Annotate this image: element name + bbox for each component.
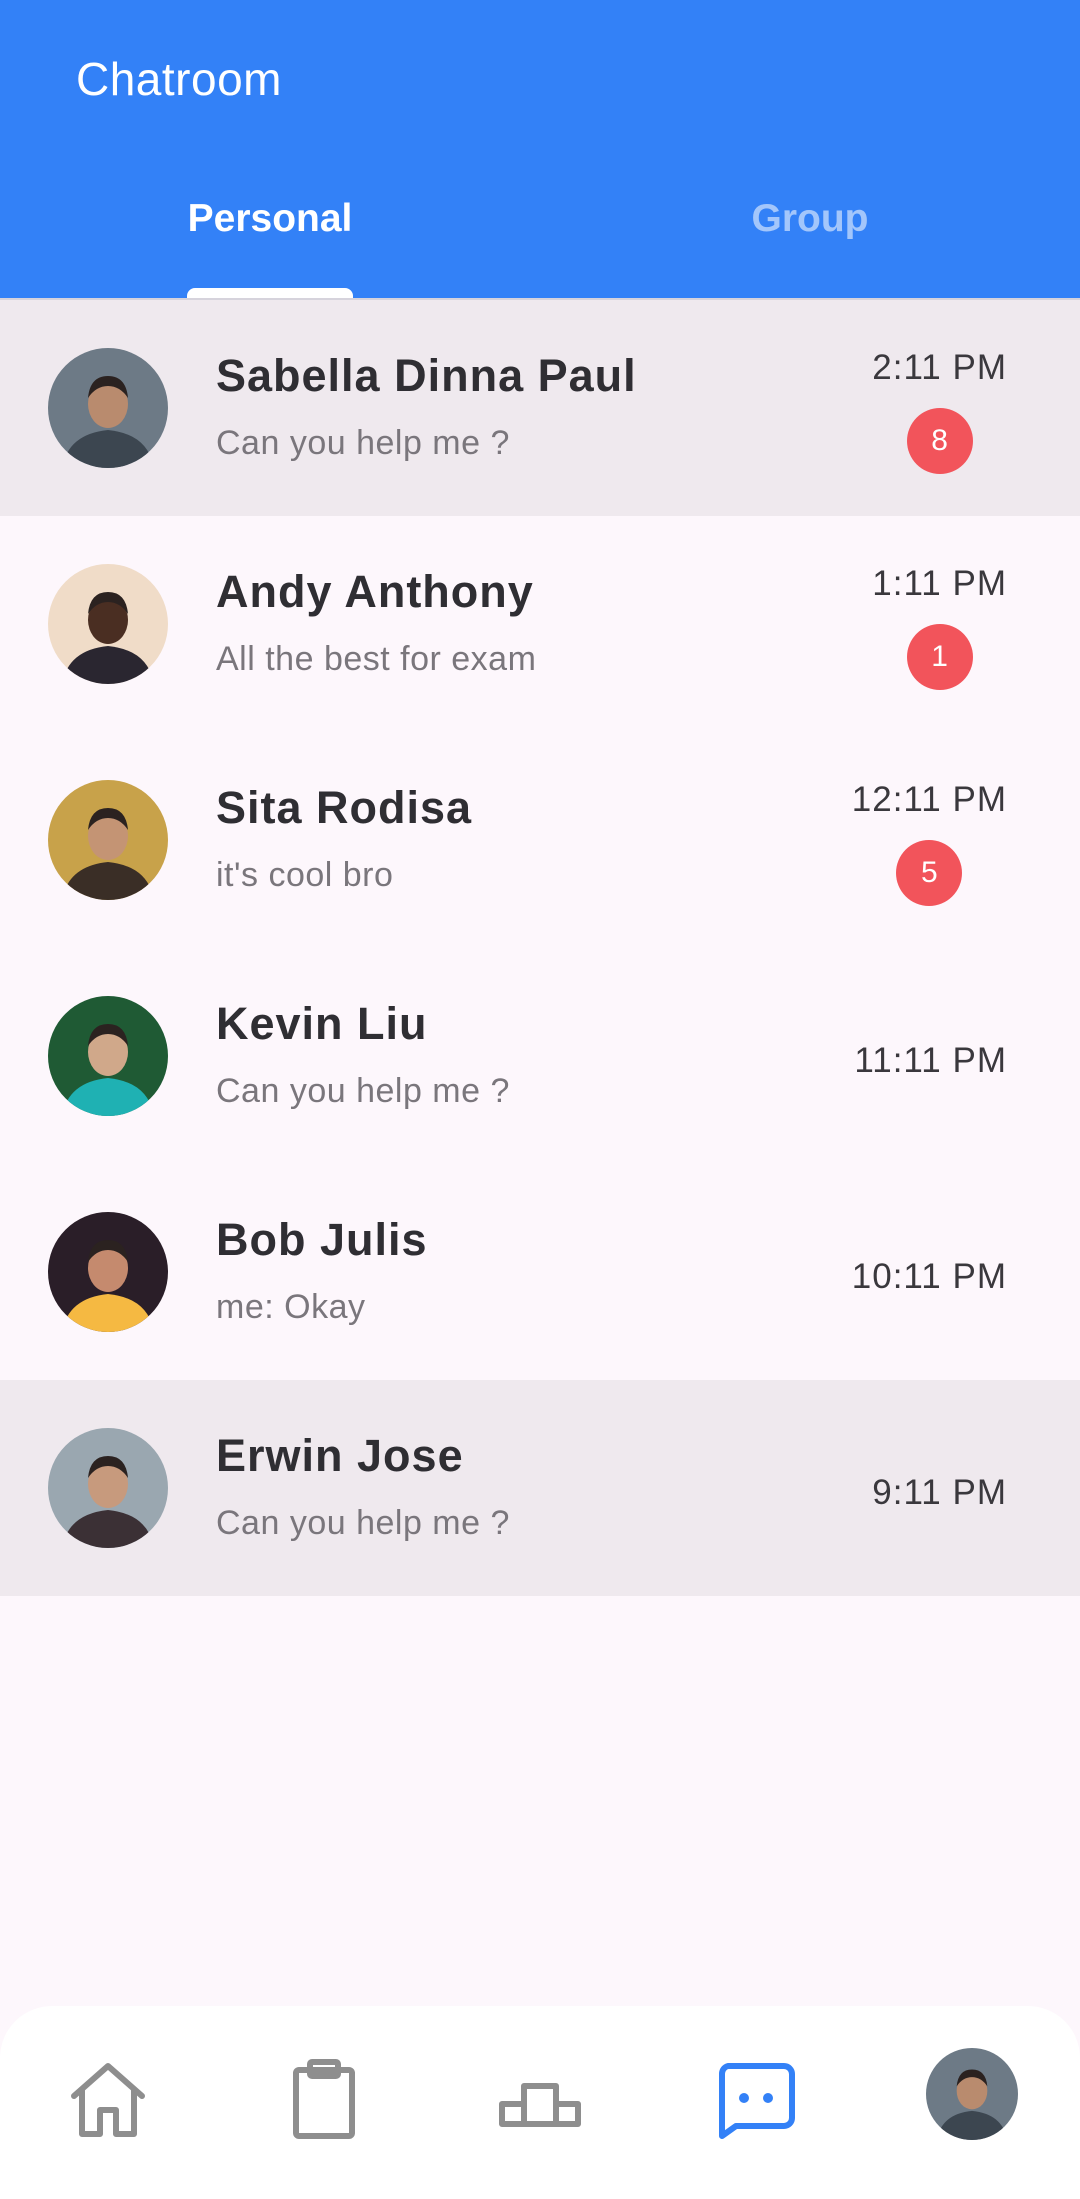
unread-badge: 1	[906, 624, 973, 690]
app-bar: Chatroom Personal Group	[0, 0, 1080, 298]
message-time: 12:11 PM	[851, 780, 1007, 819]
bottom-nav	[0, 2006, 1080, 2199]
last-message: it's cool bro	[216, 856, 394, 894]
avatar	[48, 564, 168, 684]
chat-row[interactable]: Andy Anthony All the best for exam 1:11 …	[0, 516, 1080, 732]
avatar	[48, 996, 168, 1116]
message-time: 11:11 PM	[854, 1041, 1007, 1080]
chat-list: Sabella Dinna Paul Can you help me ? 2:1…	[0, 300, 1080, 1596]
chat-row[interactable]: Kevin Liu Can you help me ? 11:11 PM	[0, 948, 1080, 1164]
message-time: 9:11 PM	[872, 1473, 1007, 1512]
chat-row[interactable]: Sabella Dinna Paul Can you help me ? 2:1…	[0, 300, 1080, 516]
contact-name: Andy Anthony	[216, 566, 534, 617]
active-tab-indicator	[187, 288, 353, 298]
tab-personal[interactable]: Personal	[0, 196, 540, 242]
contact-name: Sita Rodisa	[216, 782, 473, 833]
tab-group[interactable]: Group	[540, 196, 1080, 242]
home-icon[interactable]	[60, 2052, 156, 2148]
avatar	[48, 780, 168, 900]
contact-name: Kevin Liu	[216, 998, 428, 1049]
last-message: me: Okay	[216, 1288, 366, 1326]
profile-avatar[interactable]	[926, 2048, 1018, 2140]
page-title: Chatroom	[76, 53, 282, 105]
contact-name: Sabella Dinna Paul	[216, 350, 637, 401]
contact-name: Erwin Jose	[216, 1430, 464, 1481]
contact-name: Bob Julis	[216, 1214, 428, 1265]
chat-row[interactable]: Sita Rodisa it's cool bro 12:11 PM 5	[0, 732, 1080, 948]
last-message: Can you help me ?	[216, 1072, 510, 1110]
last-message: All the best for exam	[216, 640, 537, 678]
avatar	[48, 348, 168, 468]
chat-icon[interactable]	[708, 2052, 804, 2148]
unread-badge: 8	[906, 408, 973, 474]
chat-row[interactable]: Erwin Jose Can you help me ? 9:11 PM	[0, 1380, 1080, 1596]
podium-icon[interactable]	[492, 2052, 588, 2148]
avatar	[48, 1212, 168, 1332]
message-time: 2:11 PM	[872, 348, 1007, 387]
avatar	[48, 1428, 168, 1548]
message-time: 1:11 PM	[872, 564, 1007, 603]
message-time: 10:11 PM	[851, 1257, 1007, 1296]
unread-badge: 5	[896, 840, 963, 906]
clipboard-icon[interactable]	[276, 2052, 372, 2148]
chat-row[interactable]: Bob Julis me: Okay 10:11 PM	[0, 1164, 1080, 1380]
last-message: Can you help me ?	[216, 424, 510, 462]
last-message: Can you help me ?	[216, 1504, 510, 1542]
